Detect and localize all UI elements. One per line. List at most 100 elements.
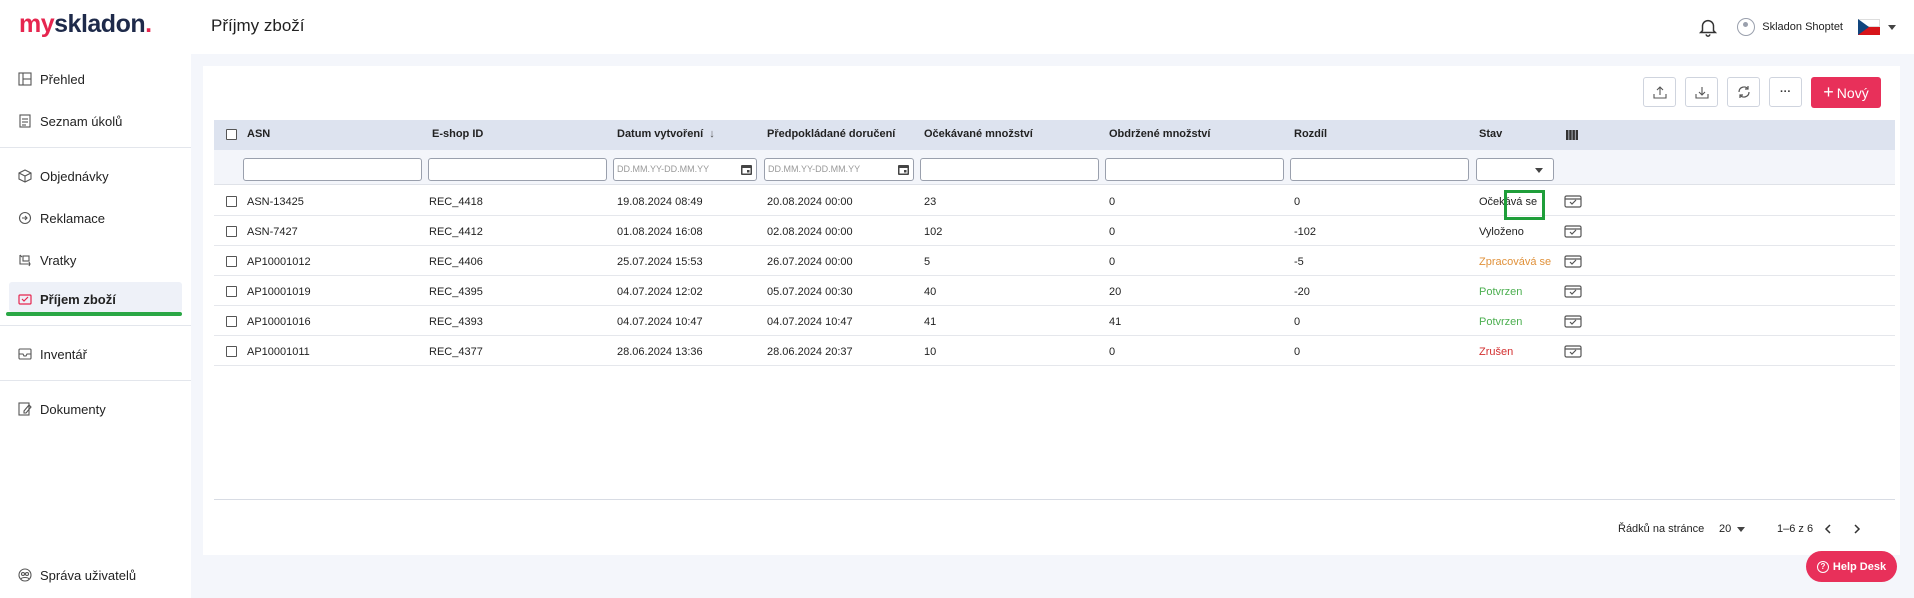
receive-icon[interactable] <box>1564 193 1582 209</box>
chevron-left-icon[interactable] <box>1822 523 1834 535</box>
cell-asn[interactable]: AP10001011 <box>247 346 310 358</box>
cell-asn[interactable]: AP10001016 <box>247 316 311 328</box>
cell-expected: 41 <box>924 316 937 328</box>
logo[interactable]: myskladon. <box>19 10 152 39</box>
sidebar-item-reklamace[interactable]: Reklamace <box>18 208 105 228</box>
sidebar-item-label: Objednávky <box>40 168 109 184</box>
users-icon <box>18 568 32 582</box>
receive-icon[interactable] <box>1564 253 1582 269</box>
cell-received: 41 <box>1109 316 1122 328</box>
sidebar-item-label: Dokumenty <box>40 401 106 417</box>
cell-eshop: REC_4395 <box>429 286 483 298</box>
sidebar-item-seznam-ukolu[interactable]: Seznam úkolů <box>18 111 122 131</box>
help-icon: ? <box>1816 560 1829 573</box>
chevron-down-icon[interactable] <box>1888 24 1896 30</box>
cell-diff: -5 <box>1294 256 1304 268</box>
more-button[interactable]: ··· <box>1769 77 1802 107</box>
filter-asn[interactable] <box>243 158 422 181</box>
col-header-asn[interactable]: ASN <box>247 128 270 140</box>
receipt-icon <box>18 294 32 305</box>
sidebar-item-vratky[interactable]: Vratky <box>18 250 76 270</box>
filter-status-select[interactable] <box>1476 158 1554 181</box>
user-name[interactable]: Skladon Shoptet <box>1762 21 1843 33</box>
bell-icon[interactable] <box>1697 16 1719 38</box>
filter-created-date[interactable]: DD.MM.YY-DD.MM.YY <box>613 158 757 181</box>
divider <box>0 147 191 148</box>
cell-expected: 102 <box>924 226 943 238</box>
sidebar-item-label: Inventář <box>40 346 87 362</box>
sidebar-item-sprava-uzivatelu[interactable]: Správa uživatelů <box>18 565 136 585</box>
cell-asn[interactable]: AP10001019 <box>247 286 311 298</box>
receive-icon[interactable] <box>1564 283 1582 299</box>
sidebar-item-prehled[interactable]: Přehled <box>18 69 85 89</box>
row-checkbox[interactable] <box>226 286 237 297</box>
cell-eshop: REC_4377 <box>429 346 483 358</box>
cell-asn[interactable]: AP10001012 <box>247 256 311 268</box>
new-button[interactable]: + Nový <box>1811 77 1881 108</box>
sidebar-item-dokumenty[interactable]: Dokumenty <box>18 399 106 419</box>
sidebar-item-label: Reklamace <box>40 210 106 226</box>
row-checkbox[interactable] <box>226 346 237 357</box>
table-row[interactable]: AP10001016 REC_4393 04.07.2024 10:47 04.07.… <box>214 306 1895 336</box>
row-checkbox[interactable] <box>226 316 237 327</box>
col-header-diff[interactable]: Rozdíl <box>1294 128 1327 140</box>
rows-per-page-label: Řádků na stránce <box>1618 523 1705 535</box>
table-row[interactable]: ASN-13425 REC_4418 19.08.2024 08:49 20.08.2… <box>214 186 1895 216</box>
czech-flag-icon[interactable] <box>1858 19 1880 35</box>
status-badge: Zpracovává se <box>1479 256 1552 268</box>
page-range: 1–6 z 6 <box>1777 523 1814 535</box>
cell-created: 04.07.2024 10:47 <box>617 316 703 328</box>
row-checkbox[interactable] <box>226 256 237 267</box>
col-header-created[interactable]: Datum vytvoření ↓ <box>617 128 715 140</box>
select-all-checkbox[interactable] <box>226 129 237 140</box>
export-button[interactable] <box>1643 77 1676 107</box>
receive-icon[interactable] <box>1564 313 1582 329</box>
filter-received[interactable] <box>1105 158 1284 181</box>
refresh-button[interactable] <box>1727 77 1760 107</box>
calendar-icon[interactable] <box>740 163 753 176</box>
chevron-down-icon[interactable] <box>1737 527 1745 532</box>
divider <box>0 380 191 381</box>
table-row[interactable]: AP10001012 REC_4406 25.07.2024 15:53 26.07.… <box>214 246 1895 276</box>
cell-created: 19.08.2024 08:49 <box>617 196 703 208</box>
table-row[interactable]: AP10001011 REC_4377 28.06.2024 13:36 28.06.… <box>214 336 1895 366</box>
row-checkbox[interactable] <box>226 196 237 207</box>
filter-eshop-id[interactable] <box>428 158 607 181</box>
rows-per-page-select[interactable]: 20 <box>1719 523 1731 535</box>
box-icon <box>18 169 32 183</box>
date-placeholder: DD.MM.YY-DD.MM.YY <box>768 164 861 174</box>
col-header-eshop-id[interactable]: E-shop ID <box>432 128 483 140</box>
receipts-table: ASN E-shop ID Datum vytvoření ↓ Předpokl… <box>214 120 1895 500</box>
import-button[interactable] <box>1685 77 1718 107</box>
columns-icon[interactable] <box>1566 129 1578 141</box>
filter-expected[interactable] <box>920 158 1099 181</box>
table-row[interactable]: ASN-7427 REC_4412 01.08.2024 16:08 02.08.20… <box>214 216 1895 246</box>
sidebar-item-prijem-zbozi[interactable]: Příjem zboží <box>18 289 116 309</box>
top-bar: myskladon. Příjmy zboží Skladon Shoptet <box>0 0 1914 54</box>
page-title: Příjmy zboží <box>211 16 305 35</box>
receive-icon[interactable] <box>1564 343 1582 359</box>
table-row[interactable]: AP10001019 REC_4395 04.07.2024 12:02 05.07.… <box>214 276 1895 306</box>
receive-icon[interactable] <box>1564 223 1582 239</box>
sidebar-item-objednavky[interactable]: Objednávky <box>18 166 109 186</box>
user-avatar-icon[interactable] <box>1737 18 1756 36</box>
cell-asn[interactable]: ASN-7427 <box>247 226 298 238</box>
calendar-icon[interactable] <box>897 163 910 176</box>
sidebar-item-inventar[interactable]: Inventář <box>18 344 87 364</box>
col-header-status[interactable]: Stav <box>1479 128 1502 140</box>
chevron-right-icon[interactable] <box>1851 523 1863 535</box>
filter-delivery-date[interactable]: DD.MM.YY-DD.MM.YY <box>764 158 914 181</box>
dashboard-icon <box>18 72 32 86</box>
help-desk-button[interactable]: ? Help Desk <box>1806 551 1897 582</box>
cell-expected: 5 <box>924 256 931 268</box>
col-header-delivery[interactable]: Předpokládané doručení <box>767 128 895 140</box>
cell-received: 20 <box>1109 286 1122 298</box>
cell-asn[interactable]: ASN-13425 <box>247 196 304 208</box>
col-header-received[interactable]: Obdržené množství <box>1109 128 1210 140</box>
filter-diff[interactable] <box>1290 158 1469 181</box>
divider <box>0 325 191 326</box>
sidebar-item-label: Správa uživatelů <box>40 567 137 583</box>
sort-arrow-icon: ↓ <box>709 128 715 140</box>
col-header-expected[interactable]: Očekávané množství <box>924 128 1033 140</box>
row-checkbox[interactable] <box>226 226 237 237</box>
